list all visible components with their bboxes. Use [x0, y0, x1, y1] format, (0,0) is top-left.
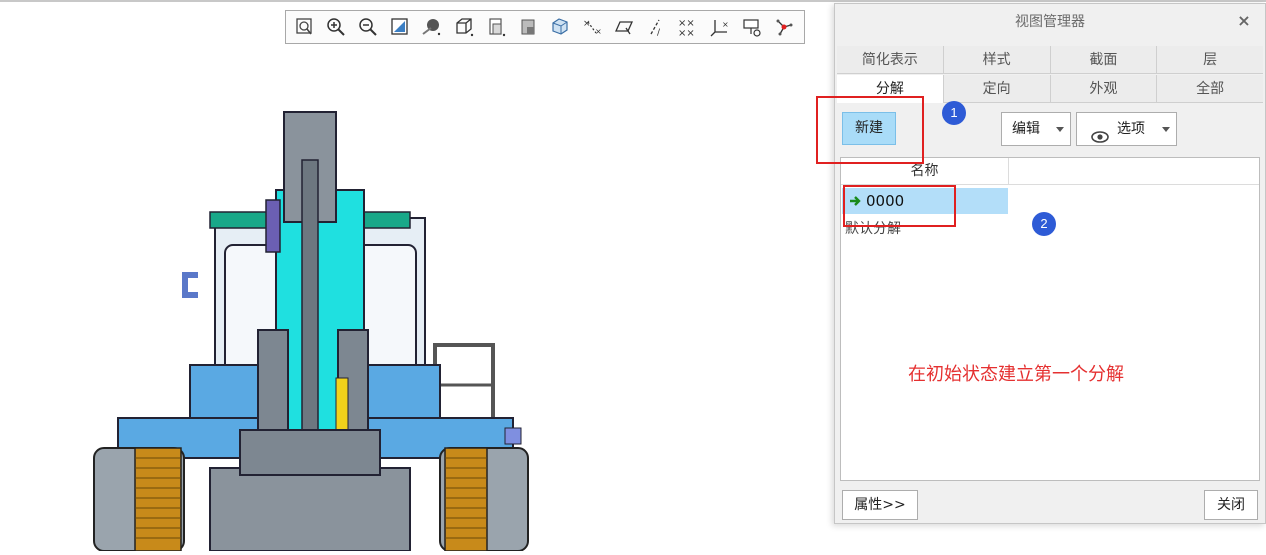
tab-style[interactable]: 样式 — [943, 46, 1051, 74]
eye-icon — [1091, 123, 1109, 155]
point-display-icon[interactable]: ×× ×× — [675, 14, 701, 40]
plane-display-icon[interactable] — [611, 14, 637, 40]
edit-button-label: 编辑 — [1012, 121, 1040, 137]
annotation-box-new — [816, 96, 924, 164]
refit-icon[interactable] — [291, 14, 317, 40]
svg-text:/: / — [657, 28, 661, 38]
svg-text:×: × — [583, 19, 591, 29]
axis-display-icon[interactable]: / — [643, 14, 669, 40]
excavator-model-viewport[interactable] — [80, 100, 540, 552]
zoom-in-icon[interactable] — [323, 14, 349, 40]
view-manager-dialog: 视图管理器 × 简化表示 样式 截面 层 分解 定向 外观 全部 新建 编辑 选… — [834, 3, 1266, 524]
edit-dropdown-button[interactable]: 编辑 — [1001, 112, 1071, 146]
spin-center-icon[interactable] — [771, 14, 797, 40]
csys-display-icon[interactable]: × — [707, 14, 733, 40]
datum-display-icon[interactable]: × × — [579, 14, 605, 40]
tab-all[interactable]: 全部 — [1157, 75, 1263, 103]
annotation-note: 在初始状态建立第一个分解 — [908, 364, 1124, 385]
section-view-icon[interactable] — [547, 14, 573, 40]
annotation-display-icon[interactable] — [739, 14, 765, 40]
properties-button[interactable]: 属性>> — [842, 490, 918, 520]
tab-row-1: 简化表示 样式 截面 层 — [837, 46, 1263, 74]
annotation-badge-1: 1 — [942, 101, 966, 125]
tab-layer[interactable]: 层 — [1157, 46, 1263, 74]
view-toolbar: × × / ×× ×× × — [285, 10, 805, 44]
options-dropdown-button[interactable]: 选项 — [1076, 112, 1177, 146]
tab-section[interactable]: 截面 — [1050, 46, 1158, 74]
top-border — [0, 0, 1266, 2]
svg-text:××: ×× — [678, 28, 695, 39]
chevron-down-icon — [1056, 127, 1064, 132]
tab-simplified-rep[interactable]: 简化表示 — [837, 46, 944, 74]
svg-text:×: × — [722, 20, 729, 29]
tab-appearance[interactable]: 外观 — [1050, 75, 1158, 103]
dialog-title: 视图管理器 — [835, 4, 1265, 40]
list-column-header-empty — [1009, 158, 1259, 185]
zoom-out-icon[interactable] — [355, 14, 381, 40]
tab-orient[interactable]: 定向 — [943, 75, 1051, 103]
close-icon[interactable]: × — [1235, 12, 1253, 30]
chevron-down-icon — [1162, 127, 1170, 132]
saved-orientations-icon[interactable] — [451, 14, 477, 40]
display-style-icon[interactable] — [419, 14, 445, 40]
options-button-label: 选项 — [1117, 121, 1145, 137]
close-button[interactable]: 关闭 — [1204, 490, 1258, 520]
annotation-box-item — [843, 185, 956, 227]
annotation-badge-2: 2 — [1032, 212, 1056, 236]
perspective-view-icon[interactable] — [515, 14, 541, 40]
view-manager-icon[interactable] — [483, 14, 509, 40]
repaint-icon[interactable] — [387, 14, 413, 40]
svg-text:×: × — [595, 27, 602, 36]
